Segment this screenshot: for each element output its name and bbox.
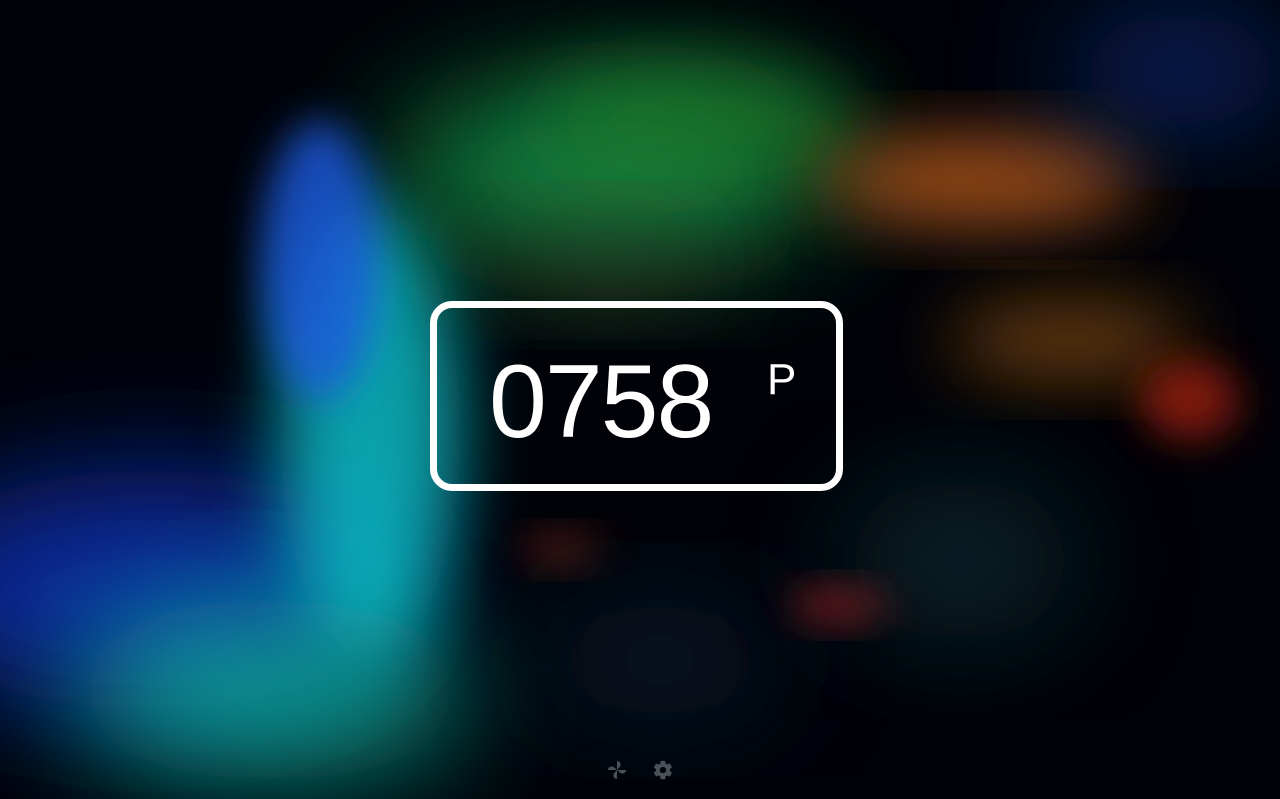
clock-time: 0758 <box>489 344 714 460</box>
gear-icon <box>652 759 674 781</box>
bottom-controls <box>600 755 680 785</box>
pinwheel-icon <box>606 759 628 781</box>
clock-period: P <box>767 355 797 404</box>
pinwheel-button[interactable] <box>604 757 630 783</box>
clock-frame: 0758 P <box>430 301 843 491</box>
screensaver-screen: 0758 P <box>0 0 1280 799</box>
settings-button[interactable] <box>650 757 676 783</box>
